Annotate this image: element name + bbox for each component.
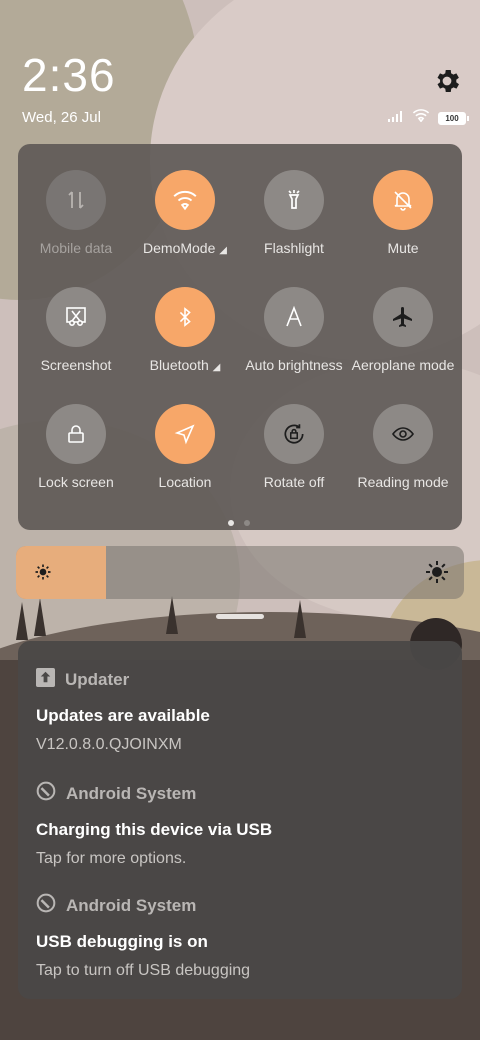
brightness-fill	[16, 546, 106, 599]
notification-body: Tap to turn off USB debugging	[36, 962, 251, 979]
arrow-up-icon	[36, 668, 55, 692]
tile-label: Bluetooth	[149, 357, 209, 373]
wallpaper-tree	[16, 602, 28, 640]
brightness-high-icon	[425, 560, 449, 589]
tile-lock-screen[interactable]: Lock screen	[21, 404, 131, 490]
brightness-slider[interactable]	[16, 546, 464, 599]
wallpaper-tree	[166, 596, 178, 634]
expand-triangle-icon: ◢	[219, 245, 227, 256]
airplane-icon	[373, 287, 433, 347]
clock-time: 2:36	[22, 49, 116, 101]
tile-auto-brightness[interactable]: Auto brightness	[239, 287, 349, 373]
tile-label: Reading mode	[357, 474, 449, 490]
expand-triangle-icon: ◢	[212, 362, 221, 373]
notification-usb-charging[interactable]: Android System Charging this device via …	[36, 781, 446, 868]
notification-app-name: Android System	[66, 783, 197, 803]
wallpaper-tree	[34, 598, 46, 636]
bluetooth-icon	[155, 287, 215, 347]
notification-usb-debugging[interactable]: Android System USB debugging is on Tap t…	[36, 893, 446, 980]
android-system-icon	[36, 893, 56, 918]
notification-app-name: Updater	[65, 670, 130, 689]
tile-label: Lock screen	[38, 474, 114, 490]
notification-title: Charging this device via USB	[36, 820, 273, 839]
location-arrow-icon	[155, 404, 215, 464]
tile-label: Auto brightness	[245, 357, 343, 373]
scissors-icon	[46, 287, 106, 347]
tile-label: Flashlight	[264, 240, 324, 256]
tile-location[interactable]: Location	[130, 404, 240, 490]
notification-title: Updates are available	[36, 706, 210, 725]
letter-a-icon	[264, 287, 324, 347]
tile-label: DemoMode	[143, 240, 216, 256]
tile-label: Screenshot	[40, 357, 112, 373]
drag-handle[interactable]	[216, 614, 264, 619]
notification-updater[interactable]: Updater Updates are available V12.0.8.0.…	[36, 668, 446, 754]
signal-icon	[388, 109, 404, 127]
eye-icon	[373, 404, 433, 464]
brightness-low-icon	[33, 562, 53, 587]
mobile-data-icon	[46, 170, 106, 230]
tile-mute[interactable]: Mute	[348, 170, 458, 256]
rotate-lock-icon	[264, 404, 324, 464]
tile-rotate-off[interactable]: Rotate off	[239, 404, 349, 490]
status-icons: 100	[388, 109, 469, 127]
bell-off-icon	[373, 170, 433, 230]
notification-panel: Updater Updates are available V12.0.8.0.…	[18, 641, 462, 999]
page-dot-active	[228, 520, 234, 526]
tile-label: Location	[158, 474, 212, 490]
quick-settings-panel: Mobile data DemoMode ◢ Flashlight Mute S…	[18, 144, 462, 530]
battery-icon: 100	[438, 111, 469, 125]
tile-label: Mute	[387, 240, 419, 256]
flashlight-icon	[264, 170, 324, 230]
tile-mobile-data[interactable]: Mobile data	[21, 170, 131, 256]
android-system-icon	[36, 781, 56, 806]
tile-demomode[interactable]: DemoMode ◢	[130, 170, 240, 256]
lock-icon	[46, 404, 106, 464]
tile-label: Aeroplane mode	[351, 357, 455, 373]
notification-body: Tap for more options.	[36, 850, 187, 867]
tile-screenshot[interactable]: Screenshot	[21, 287, 131, 373]
wifi-icon	[412, 109, 430, 127]
page-dot	[244, 520, 250, 526]
notification-app-name: Android System	[66, 895, 197, 915]
tile-label: Rotate off	[263, 474, 325, 490]
page-indicator	[228, 520, 250, 526]
tile-reading-mode[interactable]: Reading mode	[348, 404, 458, 490]
gear-icon[interactable]	[432, 66, 462, 96]
tile-aeroplane-mode[interactable]: Aeroplane mode	[348, 287, 458, 373]
notification-body: V12.0.8.0.QJOINXM	[36, 736, 182, 753]
tile-flashlight[interactable]: Flashlight	[239, 170, 349, 256]
tile-bluetooth[interactable]: Bluetooth ◢	[130, 287, 240, 373]
wifi-icon	[155, 170, 215, 230]
wallpaper-tree	[294, 600, 306, 638]
tile-label: Mobile data	[39, 240, 113, 256]
date-label: Wed, 26 Jul	[22, 109, 101, 126]
notification-title: USB debugging is on	[36, 932, 208, 951]
